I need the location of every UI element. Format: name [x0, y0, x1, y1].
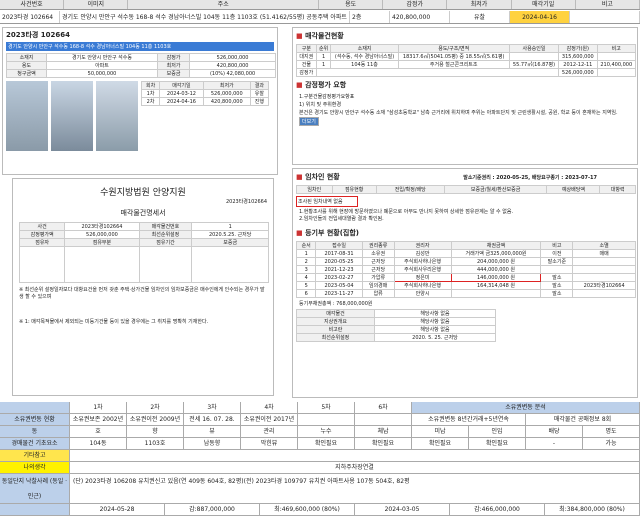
col-date: 매각기일 — [512, 0, 576, 9]
notice-court: 수원지방법원 안양지원 — [100, 188, 186, 198]
col-image: 이미지 — [64, 0, 129, 9]
property-info-table: 소재지 경기도 안양시 만안구 석수동 감정가 526,000,000 용도 아파트 최저… — [6, 53, 276, 78]
col-usage: 용도 — [319, 0, 384, 9]
lease-warning: 조사된 임차내역 없음 — [296, 196, 358, 207]
analysis-grid: 1차 2차 3차 4차 5차 6차 소유권변동 분석 소유권변동 현황 소유권보존 200… — [0, 402, 640, 532]
building-photo[interactable] — [51, 81, 93, 151]
summary-appraisal: 420,800,000 — [390, 11, 450, 23]
table-row: 3 2021-12-23 근저당 주식회사우리은행 444,000,000 원 — [295, 265, 636, 274]
grid-label: 소유권변동 현황 — [0, 414, 70, 425]
table-row: 1 2017-08-31 소유권 김성만 거래가액 금325,000,000원 이전 매매 — [295, 249, 636, 258]
rights-table: 구분 순위 소재지 용도/구조/면적 사용승인일 감정가(원) 비고 대지권 1 (석수동, 석… — [296, 44, 637, 77]
appraisal-title: 감정평가 요항 — [293, 77, 637, 93]
table-row: 5 2023-05-04 임의경매 주식회사하나은행 164,314,048 원 말소 20… — [295, 281, 636, 290]
status-text: 지하주차장연결 — [70, 462, 640, 473]
table-row: 4 2023-02-27 가압류 정은미 146,000,000 원 말소 — [295, 273, 636, 282]
col-min: 최저가 — [447, 0, 512, 9]
summary-note — [570, 11, 640, 23]
summary-case[interactable]: 2023타경 102664 — [0, 11, 60, 23]
table-row: 6 2023-11-27 압류 안양시 말소 — [295, 289, 636, 298]
lease-panel: 임차인 현황 말소기준권리 : 2020-05-25, 배당요구종기 : 202… — [292, 168, 638, 398]
case-note: (단) 2023타경 106208 유치권신고 있음(연 409동 604호, … — [70, 474, 640, 503]
registry-claim: 등기부채권총액 : 768,000,000원 — [299, 301, 373, 307]
lease-etc: 1.현황조사를 위해 현장에 방문하였으나 폐문으로 아무도 만나지 못하여 상… — [299, 209, 514, 222]
col-address: 주소 — [128, 0, 319, 9]
lease-title: 임차인 현황 — [293, 169, 343, 185]
col-case: 사건번호 — [0, 0, 65, 9]
grid-label — [0, 402, 70, 413]
rights-title: 매각물건현황 — [293, 28, 637, 44]
col-appraisal: 감정가 — [383, 0, 448, 9]
registry-table: 순서 접수일 권리종류 권리자 채권금액 비고 소멸 1 2017-08-31 소유권 김성만 거래… — [295, 241, 636, 298]
col-note: 비고 — [576, 0, 640, 9]
notice-table: 사건 2023타경102664 매각물건번호 1 감정평가액 526,000,000 최선… — [18, 222, 269, 283]
building-photo[interactable] — [96, 81, 138, 151]
notice-number: 2023타경102664 — [225, 199, 267, 205]
property-card: 2023타경 102664 경기도 안양시 만안구 석수동 168-8 석수 경… — [2, 27, 278, 175]
grid-label: 동일단지 낙찰사례 (동일 · 인근) — [0, 474, 70, 503]
more-button[interactable]: 더보기 — [299, 117, 319, 126]
header-bar: 사건번호 이미지 주소 용도 감정가 최저가 매각기일 비고 — [0, 0, 640, 10]
sale-notice-document: 수원지방법원 안양지원 2023타경102664 매각물건명세서 사건 2023타… — [12, 178, 274, 396]
lease-dates: 말소기준권리 : 2020-05-25, 배당요구종기 : 2023-07-17 — [463, 174, 597, 181]
building-photo[interactable] — [6, 81, 48, 151]
notice-footer: ※ 1: 매각목적물에서 제외되는 미등기건물 등이 있을 경우에는 그 취지를… — [19, 319, 209, 325]
grid-label: 나의생각 — [0, 462, 70, 473]
grid-label: 경매물건 기초요소 — [0, 438, 70, 449]
registry-fields: 매각물건 해당사항 없음 지상권개요 해당사항 없음 비고란 해당사항 없음 최선순위… — [296, 309, 497, 342]
property-status-panel: 매각물건현황 구분순위소재지용도/구조/면적사용승인일감정가(원)비고 대지권1… — [292, 27, 638, 165]
notice-title: 매각물건명세서 — [120, 209, 166, 217]
summary-status-badge: 2024-04-16 — [510, 11, 570, 23]
summary-area: 2층 — [350, 11, 390, 23]
registry-title: 등기부 현황(집합) — [293, 225, 637, 241]
grid-label: 기타참고 — [0, 450, 70, 461]
lease-table: 임차인 점유현황 전입/확정/배당 보증금/월세/환산보증금 예상배당액 대항력 — [296, 185, 636, 194]
notice-note: ※ 최선순위 설정일자보다 대항요건을 먼저 갖춘 주택·상가건물 임차인의 임… — [19, 287, 265, 300]
summary-stage: 유찰 — [450, 11, 510, 23]
summary-row[interactable]: 2023타경 102664 경기도 안양시 만안구 석수동 168-8 석수 경… — [0, 11, 640, 24]
appraisal-text: 1.구분건물감정평가요항표 1) 위치 및 주위환경 본건은 경기도 안양시 만안… — [299, 94, 618, 116]
property-tags: 경기도 안양시 만안구 석수동 168-8 석수 경남아너스빌 104동 11층… — [6, 42, 274, 51]
bid-history-table: 회차 매각기일 최저가 결과 1차 2024-03-12 526,000,000 유찰 2차… — [140, 81, 270, 106]
summary-address: 경기도 안양시 만안구 석수동 168-8 석수 경남아너스빌 104동 11층… — [60, 11, 350, 23]
table-row: 2 2020-05-25 근저당 주식회사하나은행 204,000,000 원 말소기준 — [295, 257, 636, 266]
property-title: 2023타경 102664 — [6, 31, 71, 39]
